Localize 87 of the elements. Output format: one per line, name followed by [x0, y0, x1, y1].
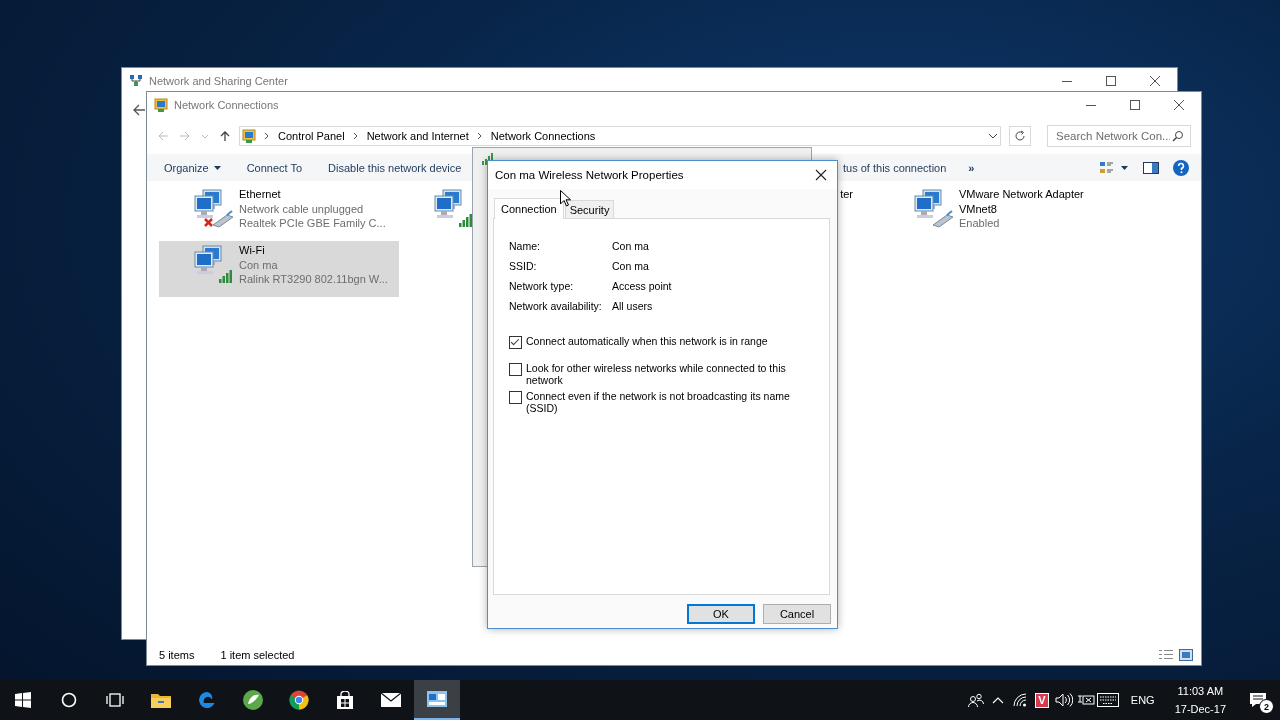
back-arrow-icon[interactable]: [132, 103, 146, 117]
dialog-button[interactable]: OK: [687, 604, 755, 624]
windows-logo-icon[interactable]: [15, 692, 31, 708]
keyboard-icon[interactable]: [1096, 693, 1119, 707]
leaf-app-icon[interactable]: [242, 689, 264, 711]
window-title: Network Connections: [174, 99, 280, 111]
browser-icon[interactable]: [289, 690, 309, 710]
field-label: Name:: [509, 239, 541, 253]
adapter-name: ter: [840, 187, 853, 202]
close-icon: [815, 169, 827, 181]
item-count: 5 items: [159, 648, 195, 661]
field-value: Con ma: [612, 259, 650, 273]
checkbox-label[interactable]: Connect automatically when this network is in range: [526, 335, 768, 347]
folder-icon[interactable]: [151, 692, 171, 708]
toolbar-button[interactable]: Connect To: [246, 161, 303, 174]
adapter-device: Realtek PCIe GBE Family C...: [239, 216, 386, 231]
checkbox-label[interactable]: Look for other wireless networks while connected to this network: [526, 362, 799, 386]
caret-icon: [213, 165, 221, 170]
selection-count: 1 item selected: [220, 648, 295, 661]
refresh-button[interactable]: [1009, 126, 1031, 146]
field-value: Con ma: [612, 239, 650, 253]
adapter-device: Ralink RT3290 802.11bgn W...: [239, 272, 388, 287]
more-button[interactable]: »: [968, 161, 975, 174]
control-panel-icon: [242, 129, 256, 143]
notifications-button[interactable]: 2: [1236, 680, 1280, 720]
network-window-icon: [427, 691, 447, 707]
field-value: Access point: [612, 279, 673, 293]
close-icon[interactable]: [1174, 100, 1184, 110]
window-title: Network and Sharing Center: [149, 75, 289, 87]
task-view-icon[interactable]: [106, 692, 124, 708]
search-icon[interactable]: [61, 692, 77, 708]
dialog-title: Con ma Wireless Network Properties: [495, 169, 685, 181]
checkbox[interactable]: [509, 391, 522, 404]
adapter-name: Ethernet: [239, 187, 282, 202]
antivirus-tray-icon[interactable]: V: [1034, 692, 1049, 708]
toolbar-menu-button[interactable]: Organize: [164, 161, 221, 174]
adapter-name: Wi-Fi: [239, 243, 266, 258]
adapter-status: Enabled: [959, 216, 1001, 231]
up-icon[interactable]: [219, 130, 231, 142]
selected-item[interactable]: Wi-Fi Con ma Ralink RT3290 802.11bgn W...: [159, 241, 399, 297]
details-view-icon[interactable]: [1159, 648, 1173, 661]
chevron-icon: [476, 132, 483, 140]
tab[interactable]: Security: [564, 200, 615, 218]
field-label: Network availability:: [509, 299, 603, 313]
chevron-icon: [264, 132, 270, 140]
breadcrumb-link[interactable]: Network Connections: [490, 130, 596, 142]
adapter-name: VMware Network Adapter VMnet8: [959, 187, 1085, 216]
field-label: SSID:: [509, 259, 538, 273]
maximize-icon[interactable]: [1106, 76, 1116, 86]
dialog-button[interactable]: Cancel: [763, 604, 831, 624]
wifi-icon[interactable]: [1011, 693, 1028, 707]
checkbox[interactable]: [509, 363, 522, 376]
address-bar[interactable]: Control Panel Network and Internet Network Connections: [239, 126, 1001, 146]
help-icon[interactable]: [1173, 159, 1189, 176]
notification-count: 2: [1259, 699, 1274, 714]
speaker-icon[interactable]: [1054, 693, 1073, 707]
field-label: Network type:: [509, 279, 575, 293]
large-icons-view-icon[interactable]: [1179, 648, 1193, 661]
chevron-icon: [352, 132, 359, 140]
refresh-icon: [1014, 130, 1026, 142]
chevron-up-icon[interactable]: [991, 696, 1004, 704]
clock[interactable]: 11:03 AM 17-Dec-17: [1174, 682, 1226, 718]
control-panel-icon: [154, 98, 168, 112]
search-icon: [1172, 130, 1184, 142]
dropdown-icon[interactable]: [986, 131, 1000, 141]
breadcrumb-link[interactable]: Network and Internet: [366, 130, 469, 142]
view-options-icon[interactable]: [1099, 160, 1129, 175]
checkbox-label[interactable]: Connect even if the network is not broadcasting its name (SSID): [526, 390, 799, 414]
checkbox[interactable]: [509, 336, 522, 349]
network-icon: [129, 74, 143, 88]
envelope-icon[interactable]: [381, 693, 401, 707]
toolbar-button[interactable]: tus of this connection: [843, 161, 947, 174]
shopping-bag-icon[interactable]: [336, 691, 354, 709]
search-field[interactable]: Search Network Con...: [1047, 125, 1191, 147]
maximize-icon[interactable]: [1130, 100, 1140, 110]
language-indicator[interactable]: ENG: [1130, 694, 1155, 706]
breadcrumb-link[interactable]: Control Panel: [278, 130, 345, 142]
close-icon[interactable]: [1150, 76, 1160, 86]
tab[interactable]: Connection: [494, 198, 564, 219]
people-icon[interactable]: [967, 693, 984, 707]
adapter-status: Network cable unplugged: [239, 201, 365, 216]
preview-pane-icon[interactable]: [1143, 161, 1159, 174]
active-taskbar-button[interactable]: [414, 680, 460, 720]
toolbar-button[interactable]: Disable this network device: [328, 161, 462, 174]
adapter-status: Con ma: [239, 257, 279, 272]
power-plug-icon[interactable]: [1076, 693, 1095, 707]
field-value: All users: [612, 299, 654, 313]
